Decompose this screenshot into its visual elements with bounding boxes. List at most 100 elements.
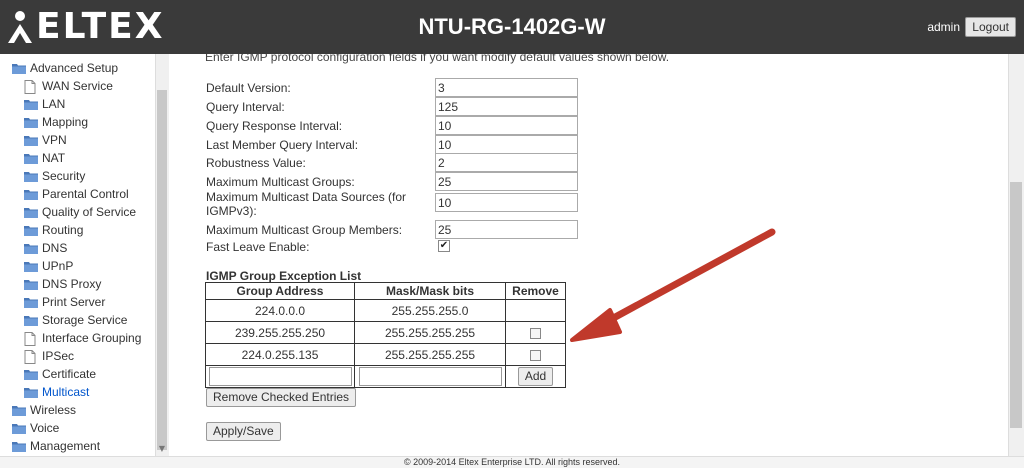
folder-icon — [24, 188, 38, 200]
sidebar-item-certificate[interactable]: Certificate — [24, 365, 96, 383]
sidebar-item-label: Storage Service — [42, 313, 128, 327]
sidebar-item-label: Wireless — [30, 403, 77, 417]
field-input[interactable] — [435, 135, 578, 154]
sidebar-item-voice[interactable]: Voice — [12, 419, 59, 437]
new-mask-input[interactable] — [358, 367, 502, 386]
column-header-remove: Remove — [505, 282, 566, 300]
remove-cell — [505, 321, 566, 344]
group-address-cell: 239.255.255.250 — [205, 321, 355, 344]
sidebar-item-label: DNS Proxy — [42, 277, 102, 291]
sidebar-item-security[interactable]: Security — [24, 167, 85, 185]
sidebar: Advanced Setup WAN Service LAN Mapping VPN NA… — [0, 54, 169, 456]
folder-icon — [24, 206, 38, 218]
remove-cell — [505, 299, 566, 322]
sidebar-item-label: NAT — [42, 151, 66, 165]
sidebar-item-label: WAN Service — [42, 79, 113, 93]
sidebar-item-label: Management — [30, 439, 101, 453]
fast-leave-label: Fast Leave Enable: — [206, 240, 310, 254]
sidebar-item-label: Mapping — [42, 115, 89, 129]
remove-checkbox[interactable] — [530, 349, 541, 361]
mask-cell: 255.255.255.0 — [354, 299, 506, 322]
folder-icon — [12, 62, 26, 74]
sidebar-item-nat[interactable]: NAT — [24, 149, 65, 167]
field-input[interactable] — [435, 193, 578, 212]
sidebar-item-label: DNS — [42, 241, 68, 255]
sidebar-item-routing[interactable]: Routing — [24, 221, 83, 239]
sidebar-item-advanced-setup[interactable]: Advanced Setup — [12, 59, 118, 77]
sidebar-item-management[interactable]: Management — [12, 437, 100, 455]
field-label: Maximum Multicast Group Members: — [206, 223, 403, 237]
sidebar-item-upnp[interactable]: UPnP — [24, 257, 73, 275]
folder-icon — [24, 296, 38, 308]
folder-icon — [24, 242, 38, 254]
sidebar-item-label: UPnP — [42, 259, 74, 273]
folder-icon — [24, 134, 38, 146]
scroll-down-arrow-icon[interactable]: ▼ — [156, 444, 168, 454]
main-scrollbar-thumb[interactable] — [1010, 182, 1022, 428]
sidebar-item-parental-control[interactable]: Parental Control — [24, 185, 129, 203]
table-row: 239.255.255.250 255.255.255.255 — [205, 321, 566, 344]
field-label: Maximum Multicast Data Sources (for IGMP… — [206, 190, 407, 218]
copyright-text: © 2009-2014 Eltex Enterprise LTD. All ri… — [403, 457, 621, 467]
sidebar-item-interface-grouping[interactable]: Interface Grouping — [24, 329, 141, 347]
field-input[interactable] — [435, 78, 578, 97]
add-button[interactable]: Add — [517, 367, 554, 386]
folder-icon — [24, 314, 38, 326]
folder-icon — [24, 170, 38, 182]
sidebar-item-dns-proxy[interactable]: DNS Proxy — [24, 275, 101, 293]
sidebar-item-label: Interface Grouping — [42, 331, 142, 345]
remove-checked-button[interactable]: Remove Checked Entries — [206, 388, 357, 407]
folder-icon — [24, 260, 38, 272]
fast-leave-checkbox[interactable]: ✔ — [438, 240, 450, 252]
field-label: Query Response Interval: — [206, 119, 343, 133]
sidebar-item-label: IPSec — [42, 349, 75, 363]
table-row: 224.0.255.135 255.255.255.255 — [205, 343, 566, 366]
sidebar-item-wireless[interactable]: Wireless — [12, 401, 76, 419]
sidebar-item-label: Security — [42, 169, 86, 183]
logout-button[interactable]: Logout — [965, 17, 1016, 37]
sidebar-scrollbar-thumb[interactable] — [157, 90, 167, 450]
page-icon — [24, 80, 38, 94]
red-arrow-annotation — [570, 228, 776, 342]
new-group-address-input[interactable] — [208, 367, 352, 386]
sidebar-item-label: Voice — [30, 421, 60, 435]
sidebar-item-vpn[interactable]: VPN — [24, 131, 67, 149]
intro-text: Enter IGMP protocol configuration fields… — [205, 54, 670, 64]
user-name: admin — [927, 20, 960, 34]
sidebar-item-multicast[interactable]: Multicast — [24, 383, 89, 401]
folder-icon — [24, 152, 38, 164]
folder-icon — [24, 278, 38, 290]
page-icon — [24, 350, 38, 364]
sidebar-item-wan-service[interactable]: WAN Service — [24, 77, 113, 95]
sidebar-item-label: Multicast — [42, 385, 90, 399]
mask-cell: 255.255.255.255 — [354, 343, 506, 366]
folder-icon — [24, 224, 38, 236]
sidebar-item-print-server[interactable]: Print Server — [24, 293, 105, 311]
footer: © 2009-2014 Eltex Enterprise LTD. All ri… — [0, 456, 1024, 468]
field-input[interactable] — [435, 153, 578, 172]
folder-icon — [24, 98, 38, 110]
field-input[interactable] — [435, 172, 578, 191]
sidebar-item-label: VPN — [42, 133, 67, 147]
sidebar-item-quality-of-service[interactable]: Quality of Service — [24, 203, 136, 221]
exception-table: Group Address Mask/Mask bits Remove 224.… — [205, 282, 566, 388]
table-row: 224.0.0.0 255.255.255.0 — [205, 299, 566, 322]
sidebar-item-lan[interactable]: LAN — [24, 95, 65, 113]
sidebar-item-storage-service[interactable]: Storage Service — [24, 311, 127, 329]
sidebar-item-label: Quality of Service — [42, 205, 137, 219]
add-entry-row: Add — [205, 365, 566, 388]
group-address-cell: 224.0.0.0 — [205, 299, 355, 322]
sidebar-item-label: LAN — [42, 97, 66, 111]
folder-icon — [24, 386, 38, 398]
field-input[interactable] — [435, 97, 578, 116]
field-input[interactable] — [435, 220, 578, 239]
apply-save-button[interactable]: Apply/Save — [206, 422, 281, 441]
header-bar: ELTEX NTU-RG-1402G-W admin Logout — [0, 0, 1024, 54]
remove-checkbox[interactable] — [530, 327, 541, 339]
remove-cell — [505, 343, 566, 366]
sidebar-item-dns[interactable]: DNS — [24, 239, 67, 257]
sidebar-item-mapping[interactable]: Mapping — [24, 113, 88, 131]
sidebar-item-label: Certificate — [42, 367, 97, 381]
sidebar-item-ipsec[interactable]: IPSec — [24, 347, 74, 365]
field-input[interactable] — [435, 116, 578, 135]
